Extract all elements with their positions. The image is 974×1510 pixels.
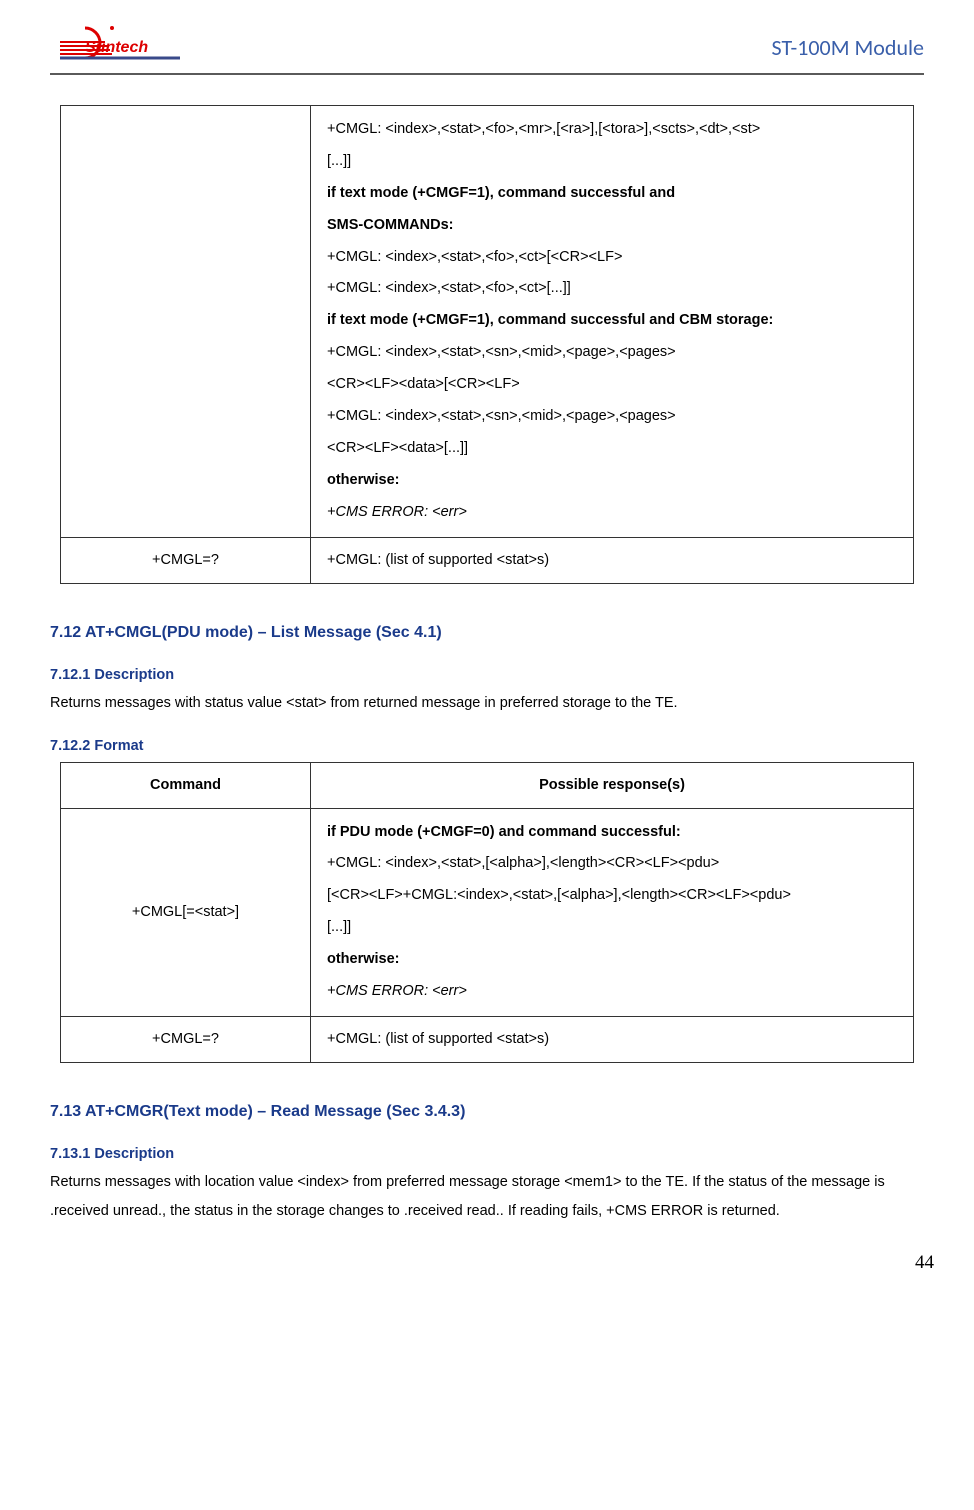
table-1: +CMGL: <index>,<stat>,<fo>,<mr>,[<ra>],[… xyxy=(60,105,914,584)
section-subheading-7131: 7.13.1 Description xyxy=(50,1146,924,1162)
table-row: +CMGL=? +CMGL: (list of supported <stat>… xyxy=(61,537,914,583)
section-subheading-7122: 7.12.2 Format xyxy=(50,738,924,754)
description-text: Returns messages with status value <stat… xyxy=(50,689,924,718)
response-line: [<CR><LF>+CMGL:<index>,<stat>,[<alpha>],… xyxy=(327,880,897,912)
response-line: if text mode (+CMGF=1), command successf… xyxy=(327,178,897,210)
response-line: [...]] xyxy=(327,146,897,178)
header-title: ST-100M Module xyxy=(772,34,924,61)
table-header-command: Command xyxy=(61,762,311,808)
suntech-logo-icon: Suntech xyxy=(50,20,180,65)
command-cell: +CMGL=? xyxy=(61,537,311,583)
response-line: otherwise: xyxy=(327,944,897,976)
command-cell: +CMGL[=<stat>] xyxy=(61,808,311,1016)
response-line: +CMGL: <index>,<stat>,<fo>,<ct>[...]] xyxy=(327,273,897,305)
table-2: Command Possible response(s) +CMGL[=<sta… xyxy=(60,762,914,1063)
response-line: +CMGL: <index>,<stat>,<fo>,<ct>[<CR><LF> xyxy=(327,242,897,274)
response-line: if text mode (+CMGF=1), command successf… xyxy=(327,305,897,337)
page-header: Suntech ST-100M Module xyxy=(50,20,924,75)
table-row: +CMGL: <index>,<stat>,<fo>,<mr>,[<ra>],[… xyxy=(61,106,914,538)
response-line: +CMGL: <index>,<stat>,<sn>,<mid>,<page>,… xyxy=(327,337,897,369)
response-cell: if PDU mode (+CMGF=0) and command succes… xyxy=(311,808,914,1016)
command-cell: +CMGL=? xyxy=(61,1016,311,1062)
response-line: +CMGL: <index>,<stat>,<fo>,<mr>,[<ra>],[… xyxy=(327,114,897,146)
response-line: +CMGL: <index>,<stat>,<sn>,<mid>,<page>,… xyxy=(327,401,897,433)
response-cell: +CMGL: (list of supported <stat>s) xyxy=(311,537,914,583)
response-line: [...]] xyxy=(327,912,897,944)
table-row: +CMGL=? +CMGL: (list of supported <stat>… xyxy=(61,1016,914,1062)
response-line: +CMS ERROR: <err> xyxy=(327,976,897,1008)
section-heading-713: 7.13 AT+CMGR(Text mode) – Read Message (… xyxy=(50,1103,924,1121)
logo-area: Suntech xyxy=(50,20,180,65)
response-line: +CMGL: <index>,<stat>,[<alpha>],<length>… xyxy=(327,848,897,880)
response-line: otherwise: xyxy=(327,465,897,497)
response-line: <CR><LF><data>[...]] xyxy=(327,433,897,465)
response-cell: +CMGL: (list of supported <stat>s) xyxy=(311,1016,914,1062)
response-line: SMS-COMMANDs: xyxy=(327,210,897,242)
svg-text:Suntech: Suntech xyxy=(85,39,148,56)
table-header-row: Command Possible response(s) xyxy=(61,762,914,808)
table-row: +CMGL[=<stat>] if PDU mode (+CMGF=0) and… xyxy=(61,808,914,1016)
section-heading-712: 7.12 AT+CMGL(PDU mode) – List Message (S… xyxy=(50,624,924,642)
table-header-response: Possible response(s) xyxy=(311,762,914,808)
section-subheading-7121: 7.12.1 Description xyxy=(50,667,924,683)
response-line: if PDU mode (+CMGF=0) and command succes… xyxy=(327,817,897,849)
description-text: Returns messages with location value <in… xyxy=(50,1168,924,1226)
command-cell-empty xyxy=(61,106,311,538)
response-cell: +CMGL: <index>,<stat>,<fo>,<mr>,[<ra>],[… xyxy=(311,106,914,538)
page-number: 44 xyxy=(915,1252,934,1274)
response-line: +CMS ERROR: <err> xyxy=(327,497,897,529)
response-line: <CR><LF><data>[<CR><LF> xyxy=(327,369,897,401)
